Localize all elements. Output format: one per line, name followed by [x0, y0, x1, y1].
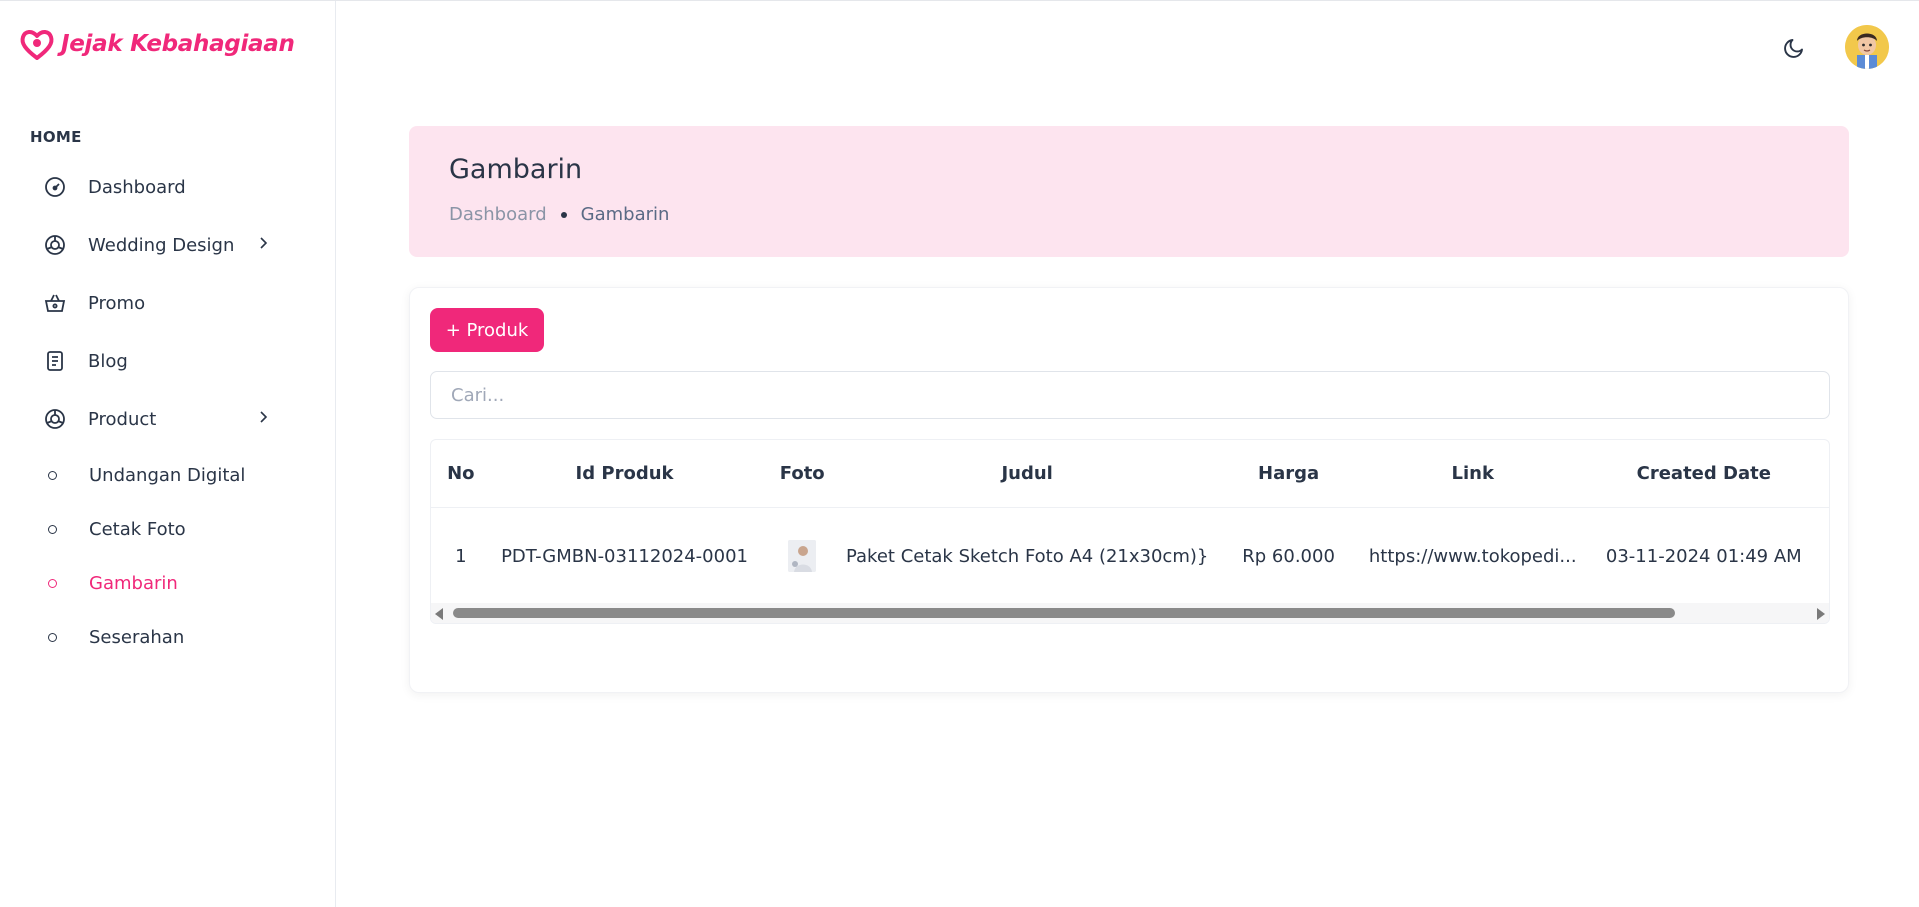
- sidebar-subitem-label: Cetak Foto: [89, 518, 186, 540]
- basket-icon: [42, 290, 68, 316]
- search-input[interactable]: [430, 371, 1830, 419]
- bullet-icon: [48, 578, 57, 588]
- heart-logo-icon: [20, 30, 54, 60]
- document-icon: [42, 348, 68, 374]
- moon-icon[interactable]: [1781, 33, 1809, 61]
- sidebar: Jejak Kebahagiaan HOME Dashboard Wedding…: [0, 1, 336, 907]
- chevron-right-icon: [260, 411, 268, 423]
- column-header-id-produk[interactable]: Id Produk: [490, 440, 759, 508]
- page-title: Gambarin: [449, 154, 583, 185]
- sidebar-subitem-undangan-digital[interactable]: Undangan Digital: [30, 448, 310, 502]
- sidebar-item-label: Product: [88, 408, 157, 430]
- sidebar-subitem-label: Seserahan: [89, 626, 185, 648]
- product-card: + Produk No Id Produk Foto Judul Harga L…: [409, 287, 1849, 693]
- sidebar-subitem-label: Undangan Digital: [89, 464, 246, 486]
- table-header-row: No Id Produk Foto Judul Harga Link Creat…: [431, 440, 1829, 508]
- sidebar-item-label: Dashboard: [88, 176, 186, 198]
- breadcrumb-dashboard-link[interactable]: Dashboard: [449, 204, 547, 225]
- column-header-harga[interactable]: Harga: [1208, 440, 1369, 508]
- scrollbar-thumb[interactable]: [453, 608, 1675, 618]
- sidebar-item-label: Promo: [88, 292, 146, 314]
- sidebar-item-label: Wedding Design: [88, 234, 235, 256]
- breadcrumb: Dashboard Gambarin: [449, 204, 669, 225]
- sidebar-subitem-gambarin[interactable]: Gambarin: [30, 556, 310, 610]
- horizontal-scrollbar[interactable]: [431, 603, 1829, 623]
- cell-id-produk: PDT-GMBN-03112024-0001: [501, 545, 748, 567]
- cell-no: 1: [455, 545, 467, 567]
- sidebar-item-blog[interactable]: Blog: [30, 332, 310, 390]
- column-header-judul[interactable]: Judul: [845, 440, 1209, 508]
- page-header: Gambarin Dashboard Gambarin: [409, 126, 1849, 257]
- sidebar-item-promo[interactable]: Promo: [30, 274, 310, 332]
- sidebar-subitem-label: Gambarin: [89, 572, 178, 594]
- product-table-container: No Id Produk Foto Judul Harga Link Creat…: [430, 439, 1830, 624]
- scroll-right-arrow-icon[interactable]: [1817, 608, 1825, 620]
- product-table: No Id Produk Foto Judul Harga Link Creat…: [431, 440, 1829, 605]
- sidebar-item-label: Blog: [88, 350, 128, 372]
- cell-created-date: 03-11-2024 01:49 AM: [1605, 545, 1802, 567]
- brand-name: Jejak Kebahagiaan: [61, 31, 295, 57]
- add-product-button[interactable]: + Produk: [430, 308, 544, 352]
- sidebar-item-dashboard[interactable]: Dashboard: [30, 158, 310, 216]
- cell-link[interactable]: https://www.tokopedi...: [1369, 508, 1577, 605]
- scroll-left-arrow-icon[interactable]: [435, 608, 443, 620]
- sidebar-item-product[interactable]: Product: [30, 390, 310, 448]
- aperture-icon: [42, 406, 68, 432]
- column-header-created-date[interactable]: Created Date: [1576, 440, 1829, 508]
- column-header-foto[interactable]: Foto: [758, 440, 846, 508]
- user-avatar[interactable]: [1845, 25, 1889, 69]
- brand-logo[interactable]: Jejak Kebahagiaan: [19, 27, 295, 61]
- column-header-no[interactable]: No: [431, 440, 491, 508]
- sidebar-subitem-seserahan[interactable]: Seserahan: [30, 610, 310, 664]
- bullet-icon: [48, 470, 57, 480]
- breadcrumb-current: Gambarin: [580, 204, 670, 225]
- cell-harga: Rp 60.000: [1242, 545, 1335, 567]
- bullet-icon: [48, 524, 57, 534]
- gauge-icon: [42, 174, 68, 200]
- cell-foto: [758, 508, 846, 605]
- cell-judul: Paket Cetak Sketch Foto A4 (21x30cm)}: [845, 545, 1209, 567]
- aperture-icon: [42, 232, 68, 258]
- nav-section-label: HOME: [30, 128, 82, 146]
- column-header-link[interactable]: Link: [1368, 440, 1577, 508]
- chevron-right-icon: [260, 237, 268, 249]
- sidebar-nav: Dashboard Wedding Design Promo Blog Prod…: [30, 158, 310, 664]
- table-row[interactable]: 1 PDT-GMBN-03112024-0001 Paket Cetak Ske…: [431, 508, 1829, 605]
- bullet-icon: [48, 632, 57, 642]
- product-thumbnail[interactable]: [788, 540, 817, 572]
- sidebar-item-wedding-design[interactable]: Wedding Design: [30, 216, 310, 274]
- breadcrumb-separator: [560, 211, 567, 218]
- sidebar-subitem-cetak-foto[interactable]: Cetak Foto: [30, 502, 310, 556]
